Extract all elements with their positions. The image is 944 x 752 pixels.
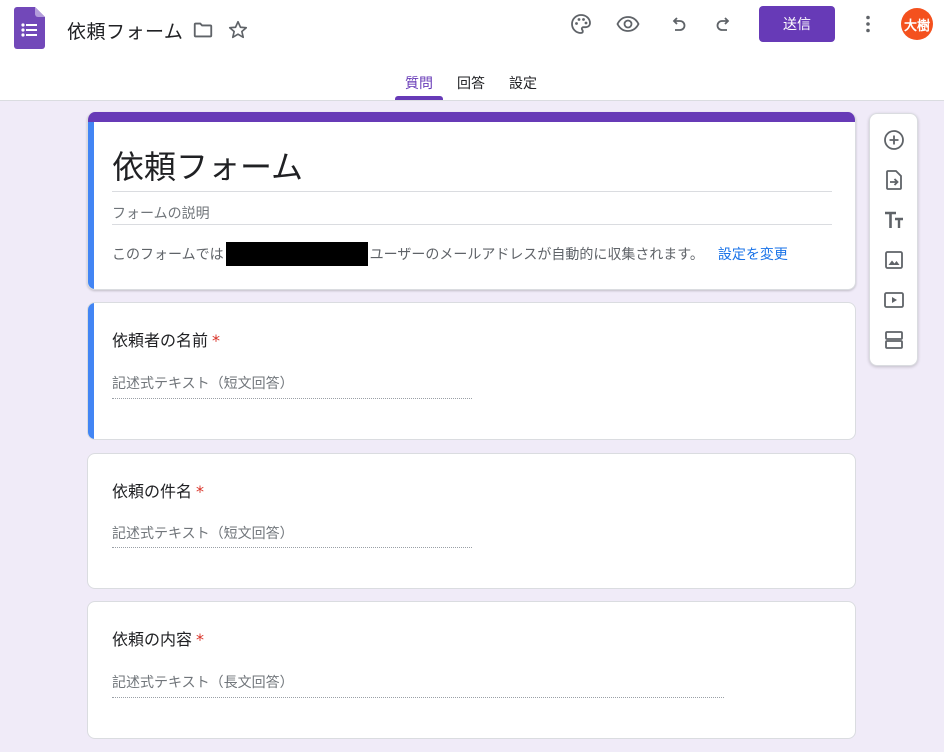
tab-responses[interactable]: 回答 bbox=[457, 73, 485, 93]
document-title[interactable]: 依頼フォーム bbox=[67, 17, 183, 44]
send-button[interactable]: 送信 bbox=[759, 6, 835, 42]
short-answer-field[interactable]: 記述式テキスト（短文回答） bbox=[112, 373, 294, 393]
question-title-text: 依頼の内容 bbox=[112, 630, 193, 649]
answer-underline bbox=[112, 697, 724, 698]
top-header: 依頼フォーム 送信 大樹 質問 回答 設定 bbox=[0, 0, 944, 101]
email-note-prefix: このフォームでは bbox=[112, 247, 224, 263]
avatar[interactable]: 大樹 bbox=[901, 8, 933, 40]
floating-toolbar bbox=[869, 113, 918, 366]
question-title: 依頼者の名前 * bbox=[112, 327, 220, 351]
required-mark: * bbox=[212, 331, 221, 350]
title-icon[interactable] bbox=[878, 204, 910, 236]
answer-underline bbox=[112, 547, 472, 548]
eye-icon[interactable] bbox=[612, 8, 644, 40]
required-mark: * bbox=[196, 630, 205, 649]
form-title-card[interactable]: 依頼フォーム フォームの説明 このフォームでは ユーザーのメールアドレスが自動的… bbox=[87, 112, 856, 290]
question-title-text: 依頼の件名 bbox=[112, 482, 193, 501]
focus-indicator bbox=[88, 303, 94, 439]
palette-icon[interactable] bbox=[565, 8, 597, 40]
add-circle-icon[interactable] bbox=[878, 124, 910, 156]
question-card[interactable]: 依頼の内容 * 記述式テキスト（長文回答） bbox=[87, 601, 856, 739]
video-icon[interactable] bbox=[878, 284, 910, 316]
tab-questions[interactable]: 質問 bbox=[405, 73, 433, 93]
paragraph-answer-field[interactable]: 記述式テキスト（長文回答） bbox=[112, 672, 294, 692]
undo-icon[interactable] bbox=[661, 8, 693, 40]
answer-underline bbox=[112, 398, 472, 399]
required-mark: * bbox=[196, 482, 205, 501]
folder-icon[interactable] bbox=[187, 14, 219, 46]
email-collection-note: このフォームでは ユーザーのメールアドレスが自動的に収集されます。 設定を変更 bbox=[112, 242, 788, 266]
star-icon[interactable] bbox=[222, 14, 254, 46]
focus-indicator bbox=[88, 122, 94, 289]
redacted-block bbox=[225, 242, 368, 266]
google-forms-icon[interactable] bbox=[14, 7, 45, 49]
question-title: 依頼の内容 * bbox=[112, 626, 204, 650]
active-tab-indicator bbox=[395, 96, 443, 100]
email-note-suffix: ユーザーのメールアドレスが自動的に収集されます。 bbox=[369, 247, 704, 263]
short-answer-field[interactable]: 記述式テキスト（短文回答） bbox=[112, 523, 294, 543]
image-icon[interactable] bbox=[878, 244, 910, 276]
question-title-text: 依頼者の名前 bbox=[112, 331, 209, 350]
change-settings-link[interactable]: 設定を変更 bbox=[718, 244, 788, 264]
question-title: 依頼の件名 * bbox=[112, 478, 204, 502]
more-vert-icon[interactable] bbox=[852, 8, 884, 40]
section-icon[interactable] bbox=[878, 324, 910, 356]
divider bbox=[112, 191, 832, 192]
accent-bar bbox=[88, 112, 855, 122]
form-description-input[interactable]: フォームの説明 bbox=[112, 203, 210, 223]
divider bbox=[112, 224, 832, 225]
question-card[interactable]: 依頼者の名前 * 記述式テキスト（短文回答） bbox=[87, 302, 856, 440]
question-card[interactable]: 依頼の件名 * 記述式テキスト（短文回答） bbox=[87, 453, 856, 589]
redo-icon[interactable] bbox=[709, 8, 741, 40]
form-title[interactable]: 依頼フォーム bbox=[112, 142, 303, 188]
import-icon[interactable] bbox=[878, 164, 910, 196]
tab-settings[interactable]: 設定 bbox=[509, 73, 537, 93]
